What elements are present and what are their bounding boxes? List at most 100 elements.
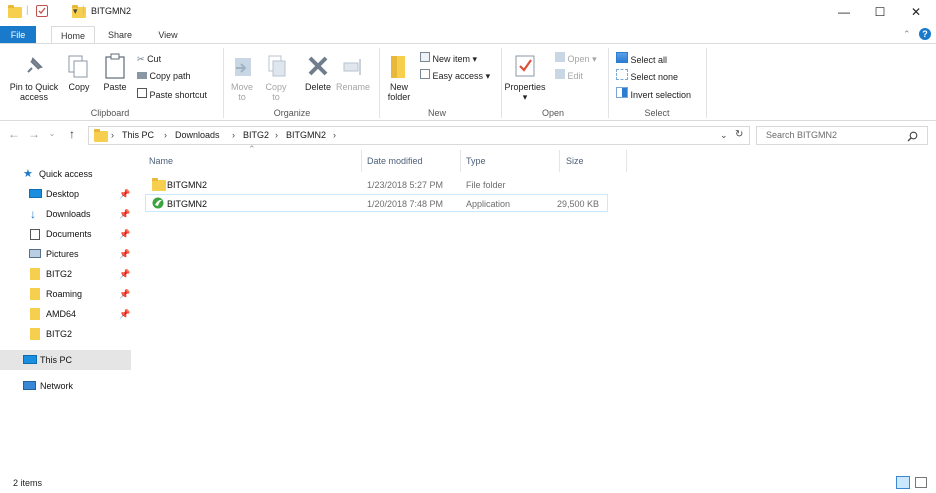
nav-item-label: AMD64 bbox=[46, 309, 77, 319]
nav-item-label: BITG2 bbox=[46, 329, 73, 339]
paste-icon bbox=[105, 53, 125, 79]
back-arrow-icon[interactable]: ← bbox=[6, 127, 22, 141]
file-size: 29,500 KB bbox=[556, 199, 599, 209]
copy-path-button[interactable]: Copy path bbox=[137, 70, 191, 82]
cut-label: Cut bbox=[147, 54, 162, 64]
search-box[interactable]: Search BITGMN2 bbox=[756, 126, 928, 145]
nav-item-roaming[interactable]: Roaming 📌 bbox=[0, 284, 131, 304]
pin-icon[interactable]: 📌 bbox=[119, 224, 130, 244]
tab-home[interactable]: Home bbox=[51, 26, 95, 44]
close-button[interactable]: ✕ bbox=[898, 0, 934, 24]
tab-view[interactable]: View bbox=[150, 26, 186, 44]
file-type: File folder bbox=[466, 180, 506, 190]
recent-locations-chevron-icon[interactable]: ⌄ bbox=[44, 129, 60, 138]
nav-item-bitg2-recent[interactable]: BITG2 bbox=[0, 324, 131, 344]
nav-quick-access[interactable]: ★ Quick access bbox=[0, 164, 131, 184]
desktop-icon bbox=[29, 189, 42, 198]
breadcrumb-bitgmn2[interactable]: BITGMN2 bbox=[286, 130, 326, 140]
cut-button[interactable]: ✂ Cut bbox=[137, 53, 161, 65]
forward-arrow-icon[interactable]: → bbox=[26, 127, 42, 141]
search-icon[interactable] bbox=[907, 131, 918, 142]
column-divider[interactable] bbox=[361, 150, 362, 172]
large-icons-view-icon[interactable] bbox=[915, 477, 927, 488]
minimize-button[interactable]: — bbox=[826, 0, 862, 24]
open-button[interactable]: Open ▾ bbox=[555, 52, 597, 65]
refresh-icon[interactable]: ↻ bbox=[735, 129, 743, 140]
nav-item-pictures[interactable]: Pictures 📌 bbox=[0, 244, 131, 264]
open-group-label: Open bbox=[541, 108, 565, 118]
nav-item-downloads[interactable]: ↓ Downloads 📌 bbox=[0, 204, 131, 224]
folder-icon bbox=[30, 288, 40, 300]
pin-icon[interactable]: 📌 bbox=[119, 204, 130, 224]
rename-button[interactable]: Rename bbox=[334, 82, 372, 92]
pin-icon[interactable]: 📌 bbox=[119, 264, 130, 284]
new-item-button[interactable]: New item ▾ bbox=[420, 52, 477, 65]
copy-button[interactable]: Copy bbox=[64, 82, 94, 92]
network-icon bbox=[23, 381, 36, 390]
tab-share[interactable]: Share bbox=[102, 26, 138, 44]
breadcrumb-bitg2[interactable]: BITG2 bbox=[243, 130, 269, 140]
address-bar[interactable]: › This PC › Downloads › BITG2 › BITGMN2 … bbox=[88, 126, 750, 145]
new-item-label: New item bbox=[432, 54, 471, 64]
column-divider[interactable] bbox=[559, 150, 560, 172]
open-icon bbox=[555, 52, 565, 62]
copy-to-button[interactable]: Copy to bbox=[262, 82, 290, 102]
delete-button[interactable]: Delete bbox=[301, 82, 335, 92]
folder-icon bbox=[8, 5, 22, 18]
breadcrumb-this-pc[interactable]: This PC bbox=[122, 130, 154, 140]
nav-this-pc[interactable]: This PC bbox=[0, 350, 131, 370]
collapse-ribbon-icon[interactable]: ⌃ bbox=[903, 29, 911, 40]
file-row-folder[interactable]: BITGMN2 1/23/2018 5:27 PM File folder bbox=[145, 176, 608, 194]
nav-item-label: Pictures bbox=[46, 249, 79, 259]
easy-access-button[interactable]: Easy access ▾ bbox=[420, 69, 490, 82]
paste-shortcut-button[interactable]: Paste shortcut bbox=[137, 88, 207, 101]
properties-quick-icon[interactable] bbox=[36, 5, 48, 17]
pin-icon[interactable]: 📌 bbox=[119, 304, 130, 324]
pin-icon[interactable]: 📌 bbox=[119, 184, 130, 204]
new-folder-icon bbox=[391, 56, 405, 78]
column-divider[interactable] bbox=[626, 150, 627, 172]
easy-access-label: Easy access bbox=[432, 71, 484, 81]
details-view-icon[interactable] bbox=[896, 476, 910, 489]
address-history-chevron-icon[interactable]: ⌄ bbox=[720, 130, 728, 141]
nav-item-documents[interactable]: Documents 📌 bbox=[0, 224, 131, 244]
column-header-size[interactable]: Size bbox=[566, 156, 584, 166]
search-input[interactable]: Search BITGMN2 bbox=[766, 130, 837, 140]
nav-network[interactable]: Network bbox=[0, 376, 131, 396]
nav-item-label: BITG2 bbox=[46, 269, 73, 279]
edit-button[interactable]: Edit bbox=[555, 69, 583, 82]
navigation-bar: ← → ⌄ ↑ › This PC › Downloads › BITG2 › … bbox=[0, 123, 936, 147]
new-item-icon bbox=[420, 52, 430, 62]
column-divider[interactable] bbox=[460, 150, 461, 172]
nav-item-label: Downloads bbox=[46, 209, 91, 219]
pin-icon[interactable]: 📌 bbox=[119, 284, 130, 304]
properties-button[interactable]: Properties ▾ bbox=[502, 82, 548, 102]
new-folder-button[interactable]: New folder bbox=[384, 82, 414, 102]
up-arrow-icon[interactable]: ↑ bbox=[64, 127, 80, 141]
nav-item-bitg2[interactable]: BITG2 📌 bbox=[0, 264, 131, 284]
tab-file[interactable]: File bbox=[0, 26, 36, 44]
select-all-button[interactable]: Select all bbox=[616, 52, 667, 66]
file-row-application[interactable]: BITGMN2 1/20/2018 7:48 PM Application 29… bbox=[145, 194, 608, 212]
column-header-date-modified[interactable]: Date modified bbox=[367, 156, 423, 166]
pictures-icon bbox=[29, 249, 41, 258]
pin-icon[interactable]: 📌 bbox=[119, 244, 130, 264]
invert-selection-button[interactable]: Invert selection bbox=[616, 87, 691, 101]
pin-to-quick-access-button[interactable]: Pin to Quick access bbox=[6, 82, 62, 102]
nav-item-amd64[interactable]: AMD64 📌 bbox=[0, 304, 131, 324]
help-icon[interactable]: ? bbox=[919, 28, 931, 40]
chevron-right-icon: › bbox=[164, 130, 167, 140]
maximize-button[interactable]: ☐ bbox=[862, 0, 898, 24]
chevron-down-icon: ▾ bbox=[472, 54, 478, 64]
file-type: Application bbox=[466, 199, 511, 209]
customize-quick-access-icon[interactable]: ▾ bbox=[73, 6, 78, 17]
paste-button[interactable]: Paste bbox=[98, 82, 132, 92]
nav-item-desktop[interactable]: Desktop 📌 bbox=[0, 184, 131, 204]
select-none-button[interactable]: Select none bbox=[616, 69, 678, 83]
move-to-button[interactable]: Move to bbox=[228, 82, 256, 102]
column-header-type[interactable]: Type bbox=[466, 156, 486, 166]
breadcrumb-downloads[interactable]: Downloads bbox=[175, 130, 220, 140]
file-date: 1/23/2018 5:27 PM bbox=[367, 180, 444, 190]
column-header-name[interactable]: Name bbox=[149, 156, 173, 166]
separator: | bbox=[82, 5, 85, 16]
